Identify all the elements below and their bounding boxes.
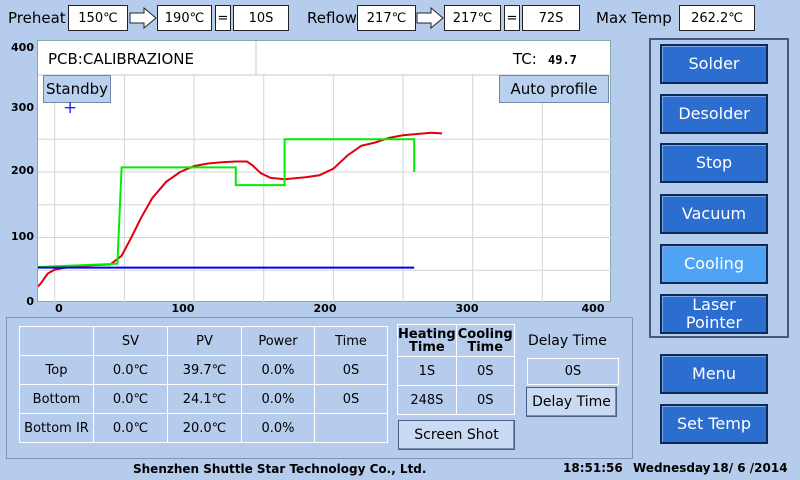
heating-cooling-table: Heating Time Cooling Time 1S 0S 248S 0S [397, 324, 515, 415]
menu-button[interactable]: Menu [660, 354, 768, 394]
tc-value: 49.7 [548, 53, 577, 67]
bottom-heating-time-cell: 248S [397, 385, 457, 415]
max-temp-value: 262.2℃ [679, 5, 755, 31]
table-row: Bottom IR 0.0℃ 20.0℃ 0.0% [19, 413, 388, 443]
bottom-time-cell: 0S [314, 384, 388, 414]
status-table-panel: SV PV Power Time Top 0.0℃ 39.7℃ 0.0% 0S … [6, 317, 633, 459]
column-header-power: Power [241, 326, 315, 356]
x-tick: 100 [171, 302, 195, 315]
desolder-button[interactable]: Desolder [660, 94, 768, 134]
bottom-ir-time-cell [314, 413, 388, 443]
bottom-ir-power-cell: 0.0% [241, 413, 315, 443]
equals-sign: = [504, 5, 520, 31]
auto-profile-button[interactable]: Auto profile [499, 75, 609, 103]
column-header-time: Time [314, 326, 388, 356]
preheat-start-field[interactable]: 150℃ [68, 5, 128, 31]
tc-label: TC: [513, 50, 537, 68]
arrow-right-icon [416, 7, 444, 29]
bottom-sv-cell: 0.0℃ [93, 384, 168, 414]
set-temp-button[interactable]: Set Temp [660, 404, 768, 444]
delay-time-label: Delay Time [528, 333, 607, 349]
top-power-cell: 0.0% [241, 355, 315, 385]
screen-shot-button[interactable]: Screen Shot [398, 420, 515, 450]
x-tick: 0 [55, 302, 63, 315]
reflow-label: Reflow [307, 9, 357, 27]
y-tick: 300 [11, 101, 34, 114]
company-name: Shenzhen Shuttle Star Technology Co., Lt… [133, 462, 427, 476]
y-tick: 0 [26, 295, 34, 308]
x-tick: 400 [581, 302, 605, 315]
reflow-time-field[interactable]: 72S [522, 5, 580, 31]
table-corner [19, 326, 94, 356]
top-heating-time-cell: 1S [397, 356, 457, 386]
laser-pointer-label-line2: Pointer [685, 313, 743, 332]
bottom-ir-pv-cell: 20.0℃ [167, 413, 242, 443]
heating-time-header: Heating Time [397, 324, 457, 357]
top-cooling-time-cell: 0S [455, 356, 515, 386]
top-pv-cell: 39.7℃ [167, 355, 242, 385]
laser-pointer-button[interactable]: Laser Pointer [660, 294, 768, 334]
table-row: 1S 0S [397, 356, 515, 386]
table-row: Bottom 0.0℃ 24.1℃ 0.0% 0S [19, 384, 388, 414]
top-sv-cell: 0.0℃ [93, 355, 168, 385]
x-tick: 300 [455, 302, 479, 315]
clock-date: 18/ 6 /2014 [712, 461, 788, 475]
temperature-chart: PCB:CALIBRAZIONE TC: 49.7 Standby Auto p… [37, 40, 612, 303]
solder-button[interactable]: Solder [660, 44, 768, 84]
cooling-button[interactable]: Cooling [660, 244, 768, 284]
bottom-power-cell: 0.0% [241, 384, 315, 414]
column-header-pv: PV [167, 326, 242, 356]
y-tick: 200 [11, 164, 34, 177]
y-tick: 400 [11, 41, 34, 54]
laser-pointer-label-line1: Laser [692, 295, 736, 314]
preheat-label: Preheat [8, 9, 66, 27]
bottom-cooling-time-cell: 0S [455, 385, 515, 415]
row-header-top: Top [19, 355, 94, 385]
bottom-ir-sv-cell: 0.0℃ [93, 413, 168, 443]
clock-time: 18:51:56 [563, 461, 623, 475]
table-row: 248S 0S [397, 385, 515, 415]
row-header-bottom-ir: Bottom IR [19, 413, 94, 443]
equals-sign: = [215, 5, 231, 31]
x-tick: 200 [313, 302, 337, 315]
delay-time-button[interactable]: Delay Time [526, 387, 617, 417]
arrow-right-icon [129, 7, 157, 29]
table-row: Top 0.0℃ 39.7℃ 0.0% 0S [19, 355, 388, 385]
stop-button[interactable]: Stop [660, 143, 768, 183]
chart-series [38, 131, 443, 288]
temperature-table: SV PV Power Time Top 0.0℃ 39.7℃ 0.0% 0S … [19, 326, 388, 443]
delay-time-value: 0S [527, 358, 619, 385]
top-time-cell: 0S [314, 355, 388, 385]
reflow-start-field[interactable]: 217℃ [357, 5, 416, 31]
bottom-pv-cell: 24.1℃ [167, 384, 242, 414]
chart-grid [38, 75, 612, 303]
series-line-1 [38, 138, 416, 268]
max-temp-label: Max Temp [596, 9, 672, 27]
row-header-bottom: Bottom [19, 384, 94, 414]
y-tick: 100 [11, 230, 34, 243]
preheat-end-field[interactable]: 190℃ [157, 5, 212, 31]
cursor-crosshair-icon: + [63, 98, 78, 118]
cooling-time-header: Cooling Time [455, 324, 515, 357]
pcb-label: PCB:CALIBRAZIONE [48, 50, 194, 68]
column-header-sv: SV [93, 326, 168, 356]
clock-day: Wednesday [633, 461, 711, 475]
preheat-time-field[interactable]: 10S [233, 5, 289, 31]
vacuum-button[interactable]: Vacuum [660, 194, 768, 234]
reflow-end-field[interactable]: 217℃ [444, 5, 501, 31]
